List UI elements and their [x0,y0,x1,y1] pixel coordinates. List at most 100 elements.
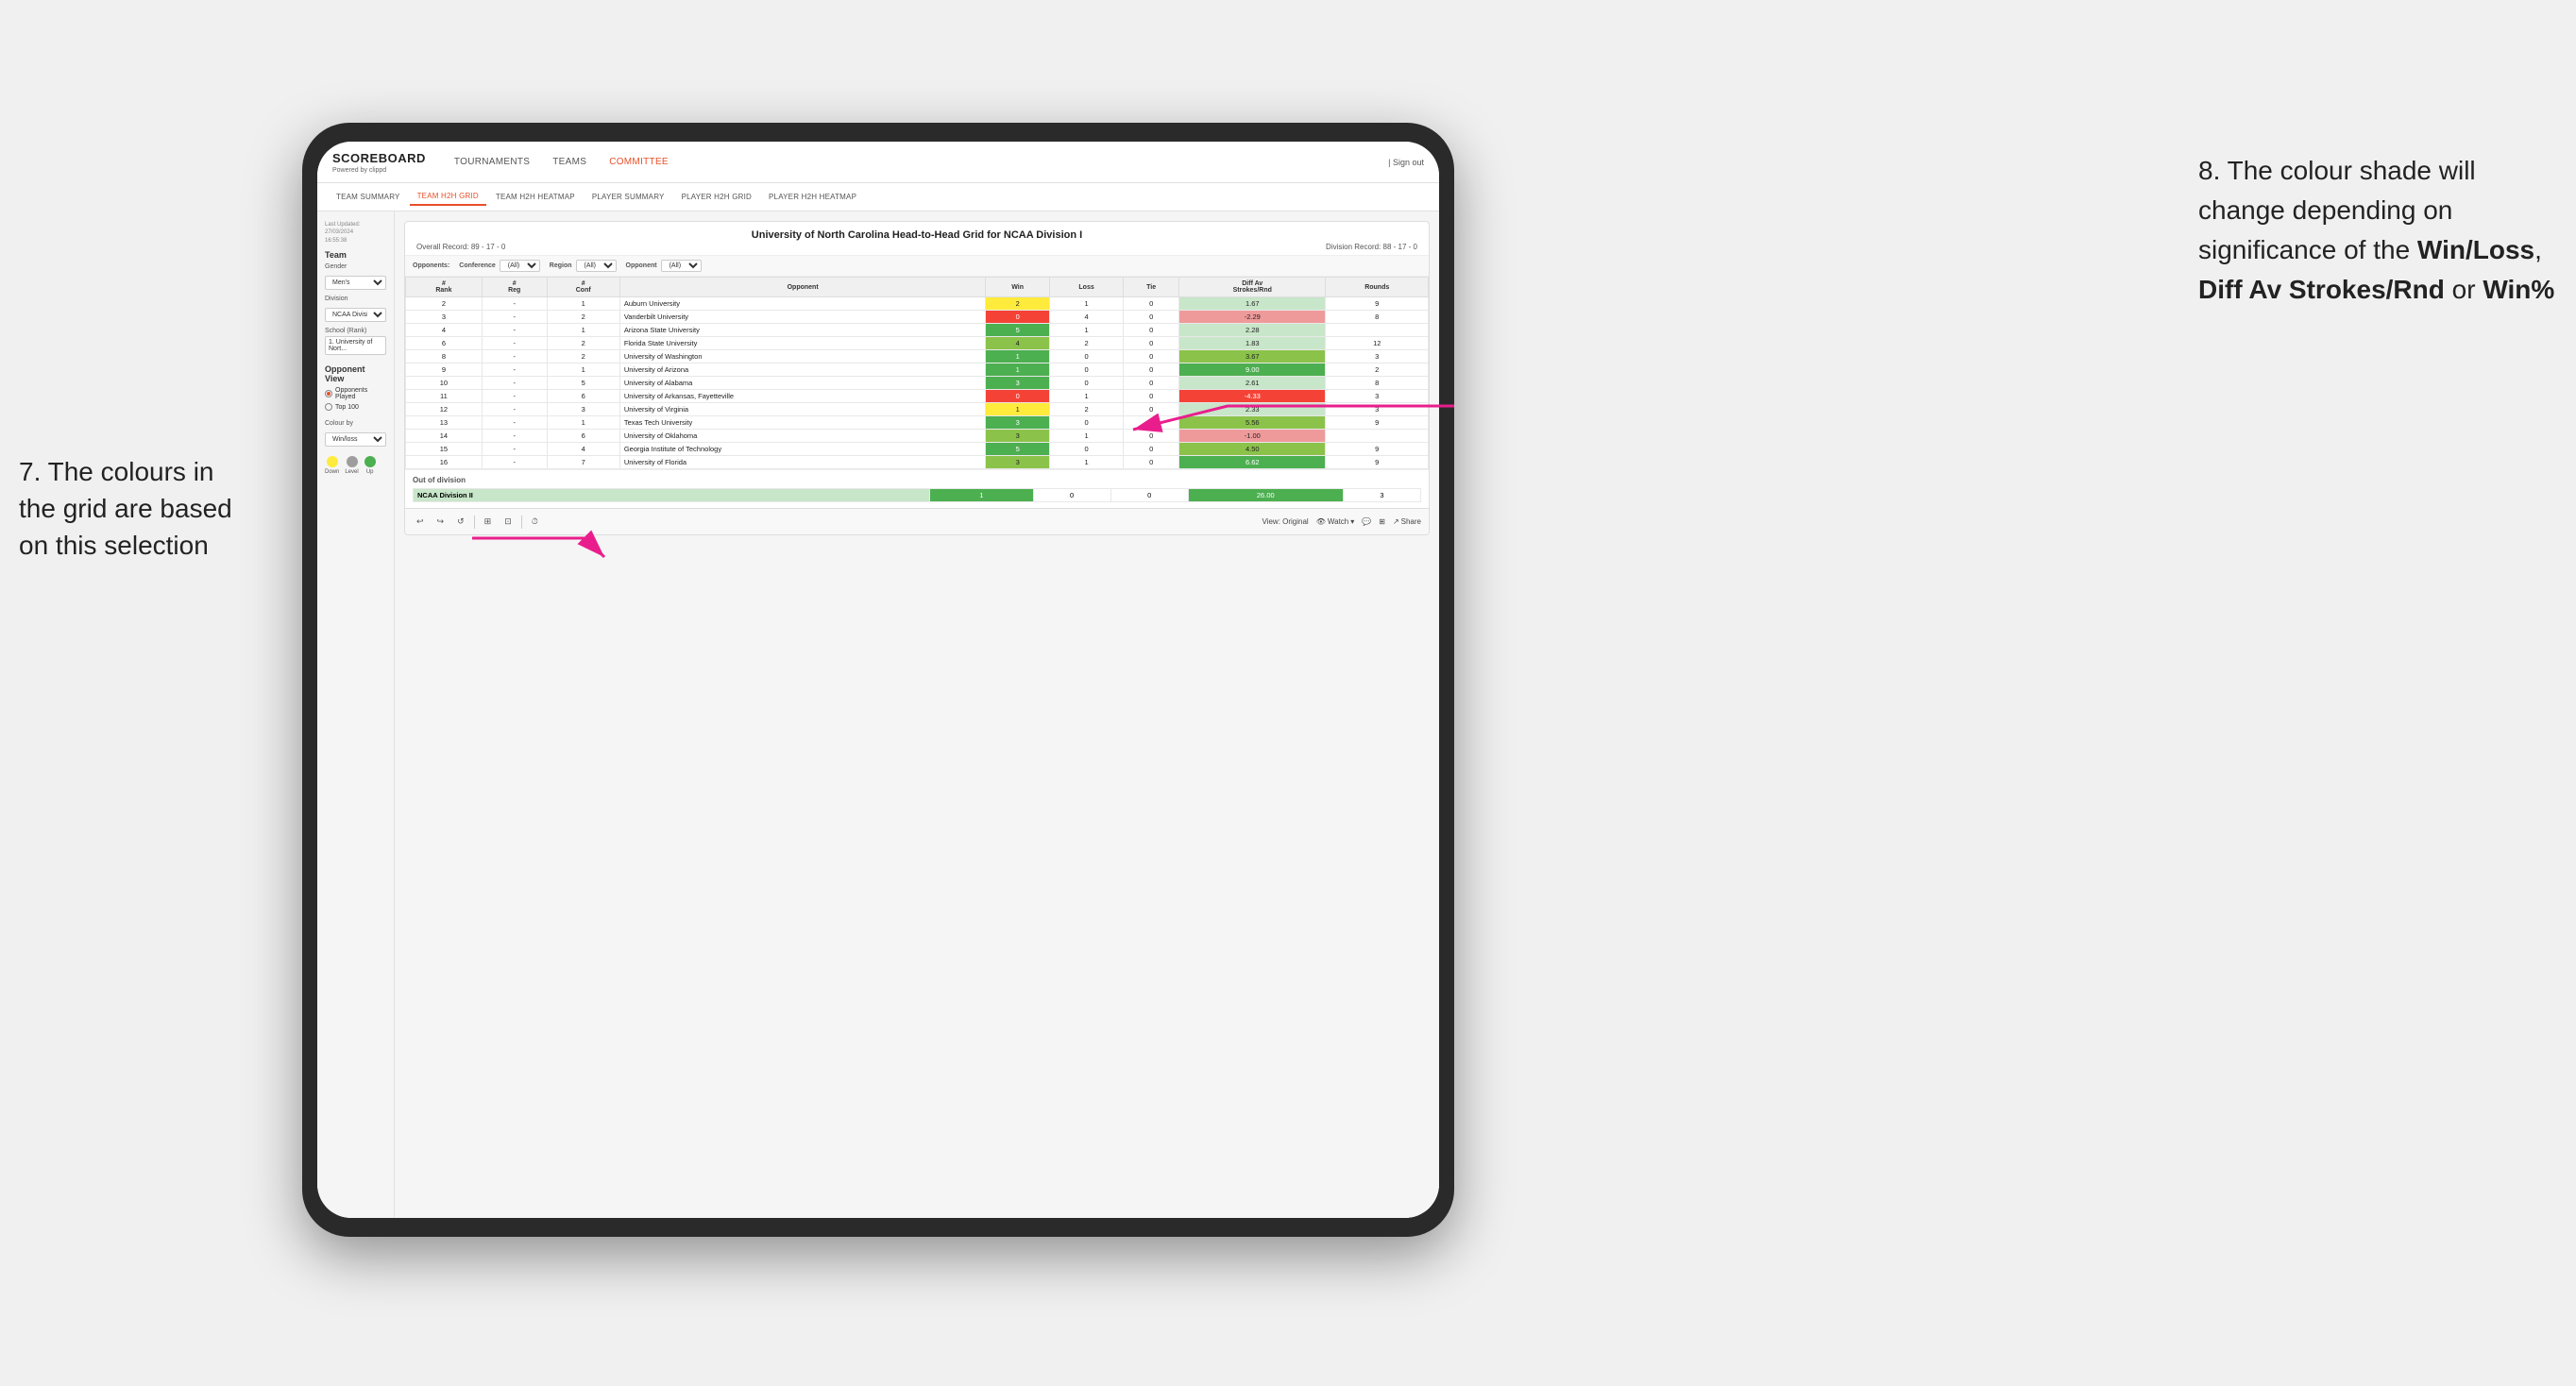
toolbar-grid[interactable]: ⊡ [500,515,516,529]
data-table: #Rank #Reg #Conf Opponent Win Loss Tie D… [405,277,1429,469]
colour-label-up: Up [366,469,374,475]
main-content: Last Updated: 27/03/2024 16:55:38 Team G… [317,211,1439,1218]
region-select[interactable]: (All) [576,260,617,272]
table-row: 16-7University of Florida3106.629 [406,456,1429,469]
col-tie: Tie [1124,278,1179,297]
table-row: 14-6University of Oklahoma310-1.00 [406,430,1429,443]
comments-btn[interactable]: 💬 [1362,517,1371,526]
toolbar-camera[interactable]: ⊞ [481,515,496,529]
logo-area: SCOREBOARD Powered by clippd [332,150,426,174]
table-row: 3-2Vanderbilt University040-2.298 [406,311,1429,324]
subnav-team-summary[interactable]: TEAM SUMMARY [329,189,408,205]
ood-division: NCAA Division II [414,489,930,502]
subnav-team-h2h-grid[interactable]: TEAM H2H GRID [410,188,486,206]
subnav-player-h2h-grid[interactable]: PLAYER H2H GRID [674,189,759,205]
nav-tournaments[interactable]: TOURNAMENTS [445,153,539,171]
subnav-team-h2h-heatmap[interactable]: TEAM H2H HEATMAP [488,189,583,205]
ood-row: NCAA Division II 1 0 0 26.00 3 [414,489,1421,502]
out-of-division: Out of division NCAA Division II 1 0 0 2… [405,469,1429,508]
sign-out-link[interactable]: | Sign out [1388,158,1424,167]
app-header: SCOREBOARD Powered by clippd TOURNAMENTS… [317,142,1439,183]
app-logo: SCOREBOARD [332,151,426,165]
ood-rounds: 3 [1343,489,1420,502]
annotation-left: 7. The colours in the grid are based on … [19,453,283,565]
gender-select[interactable]: Men's [325,276,386,290]
table-row: 6-2Florida State University4201.8312 [406,337,1429,350]
filter-row: Opponents: Conference (All) Region (All) [405,256,1429,277]
division-select[interactable]: NCAA Division I [325,308,386,322]
radio-dot-opponents [325,390,332,397]
bold-win-pct: Win% [2483,275,2554,304]
col-loss: Loss [1049,278,1123,297]
ood-title: Out of division [413,476,1421,484]
sidebar: Last Updated: 27/03/2024 16:55:38 Team G… [317,211,395,1218]
colour-up: Up [364,456,376,475]
view-original-btn[interactable]: View: Original [1263,517,1309,526]
conference-select[interactable]: (All) [500,260,540,272]
opponent-label: Opponent [626,262,657,269]
opponent-view-section: Opponent View Opponents Played Top 100 [325,364,386,411]
table-row: 8-2University of Washington1003.673 [406,350,1429,363]
toolbar-right: View: Original 👁 Watch ▾ 💬 ⊞ ↗ Share [1263,517,1422,526]
present-btn[interactable]: ⊞ [1379,517,1385,526]
colour-dot-up [364,456,376,467]
radio-top100[interactable]: Top 100 [325,403,386,411]
watch-btn[interactable]: 👁 Watch ▾ [1316,517,1355,526]
nav-teams[interactable]: TEAMS [543,153,596,171]
conference-filter: Conference (All) [459,260,540,272]
opponents-filter: Opponents: [413,262,449,269]
opponents-label: Opponents: [413,262,449,269]
col-win: Win [986,278,1049,297]
subnav-player-summary[interactable]: PLAYER SUMMARY [585,189,672,205]
conference-label: Conference [459,262,496,269]
team-section: Team Gender Men's Division NCAA Division… [325,250,386,355]
division-label: Division [325,296,386,302]
radio-group: Opponents Played Top 100 [325,387,386,411]
colour-legend: Down Level Up [325,456,386,475]
annotation-right: 8. The colour shade will change dependin… [2198,151,2557,310]
colour-dot-down [327,456,338,467]
share-btn[interactable]: ↗ Share [1393,517,1421,526]
grid-container: University of North Carolina Head-to-Hea… [404,221,1430,535]
main-nav: TOURNAMENTS TEAMS COMMITTEE [445,153,1388,171]
toolbar-redo[interactable]: ↪ [433,515,449,529]
radio-opponents-played[interactable]: Opponents Played [325,387,386,400]
ood-win: 1 [930,489,1033,502]
opponent-filter: Opponent (All) [626,260,702,272]
colour-dot-level [347,456,358,467]
ood-tie: 0 [1110,489,1188,502]
colour-label-level: Level [345,469,358,475]
last-updated: Last Updated: 27/03/2024 16:55:38 [325,221,386,245]
colour-level: Level [345,456,358,475]
gender-label: Gender [325,263,386,270]
table-row: 15-4Georgia Institute of Technology5004.… [406,443,1429,456]
col-reg: #Reg [482,278,547,297]
region-label: Region [550,262,572,269]
col-diff: Diff AvStrokes/Rnd [1179,278,1326,297]
school-value: 1. University of Nort... [325,336,386,355]
tableau-toolbar: ↩ ↪ ↺ ⊞ ⊡ ⏱ View: Original [405,508,1429,534]
division-field: Division NCAA Division I [325,296,386,322]
toolbar-clock[interactable]: ⏱ [528,515,542,529]
table-row: 11-6University of Arkansas, Fayetteville… [406,390,1429,403]
ipad-screen: SCOREBOARD Powered by clippd TOURNAMENTS… [317,142,1439,1218]
ipad-frame: SCOREBOARD Powered by clippd TOURNAMENTS… [302,123,1454,1237]
colour-by-section: Colour by Win/loss [325,420,386,447]
table-row: 13-1Texas Tech University3005.569 [406,416,1429,430]
grid-title: University of North Carolina Head-to-Hea… [416,229,1417,241]
opponent-select[interactable]: (All) [661,260,702,272]
table-row: 4-1Arizona State University5102.28 [406,324,1429,337]
col-opponent: Opponent [619,278,986,297]
col-rounds: Rounds [1326,278,1429,297]
nav-committee[interactable]: COMMITTEE [600,153,678,171]
toolbar-reset[interactable]: ↺ [453,515,468,529]
toolbar-divider2 [521,516,522,529]
subnav-player-h2h-heatmap[interactable]: PLAYER H2H HEATMAP [761,189,864,205]
table-row: 9-1University of Arizona1009.002 [406,363,1429,377]
toolbar-undo[interactable]: ↩ [413,515,428,529]
colour-by-select[interactable]: Win/loss [325,432,386,447]
gender-field: Gender Men's [325,263,386,290]
app-logo-sub: Powered by clippd [332,167,426,174]
toolbar-divider1 [474,516,475,529]
region-filter: Region (All) [550,260,617,272]
